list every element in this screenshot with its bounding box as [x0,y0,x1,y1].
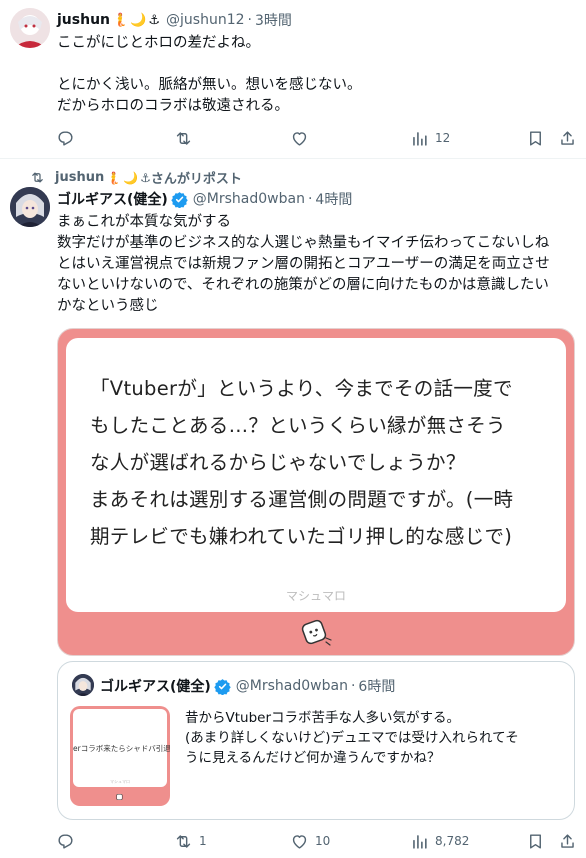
reply-icon [58,833,73,849]
anchor-emoji: ⚓ [148,12,161,28]
quoted-tweet[interactable]: ゴルギアス(健全) @Mrshad0wban · 6時間 erコラボ来たらシャド… [57,661,575,820]
thumbnail-brand: マシュマロ [110,779,130,784]
like-count: 10 [315,834,331,848]
marshmallow-message-box: 「Vtuberが」というより、今までその話一度で もしたことある…？というくらい… [66,338,566,612]
retweet-button[interactable] [174,127,193,149]
mermaid-emoji: 🧜 [106,170,122,185]
like-icon [292,131,307,146]
repost-icon [32,172,43,183]
timestamp[interactable]: 4時間 [315,189,352,209]
display-name[interactable]: jushun [57,12,110,28]
marshmallow-line: 「Vtuberが」というより、今までその話一度で [90,377,513,400]
display-name: ゴルギアス(健全) [100,679,211,695]
tweet-text: まぁこれが本質な気がする 数字だけが基準のビジネス的な人選じゃ熱量もイマイチ伝わ… [57,212,550,317]
tweet-line: ここがにじとホロの差だよね。 [57,35,260,51]
divider [0,158,586,159]
views-count: 8,782 [435,834,470,848]
verified-icon [214,678,231,695]
dot-separator: · [350,678,356,694]
avatar[interactable] [10,187,50,227]
retweet-button[interactable]: 1 [174,830,207,852]
views-button[interactable]: 12 [410,127,450,149]
quote-text: 昔からVtuberコラボ苦手な人多い気がする。 (あまり詳しくないけど)デュエマ… [185,708,519,768]
tweet-text: ここがにじとホロの差だよね。 とにかく浅い。脈絡が無い。想いを感じない。 だから… [57,33,362,117]
timestamp[interactable]: 3時間 [255,10,292,30]
quote-header: ゴルギアス(健全) @Mrshad0wban · 6時間 [100,676,395,696]
quote-line: (あまり詳しくないけど)デュエマでは受け入れられてそ [185,730,519,746]
views-button[interactable]: 8,782 [410,830,469,852]
timestamp: 6時間 [358,679,396,695]
moon-emoji: 🌙 [130,12,147,28]
share-button[interactable] [558,830,577,852]
dot-separator: · [307,191,313,207]
marshmallow-logo [116,793,123,801]
like-button[interactable] [290,127,309,149]
quote-thumbnail: erコラボ来たらシャドバ引退し マシュマロ [70,706,170,806]
views-icon [413,834,427,849]
tweet-line: まぁこれが本質な気がする [57,214,231,230]
share-button[interactable] [558,127,577,149]
marshmallow-line: な人が選ばれるからじゃないでしょうか？ [90,451,466,474]
user-handle[interactable]: @jushun12 [166,12,245,28]
bookmark-button[interactable] [526,830,545,852]
tweet-1[interactable]: jushun 🧜 🌙 ⚓ @jushun12 · 3時間 ここがにじとホロの差だ… [0,0,586,158]
dot-separator: · [247,12,252,28]
like-button[interactable]: 10 [290,830,330,852]
tweet-line: ないといけないので、それぞれの施策がどの層に向けたものかは意識したい [57,277,549,293]
views-icon [413,131,427,146]
retweet-count: 1 [199,834,207,848]
tweet-header: jushun 🧜 🌙 ⚓ @jushun12 · 3時間 [57,10,292,30]
verified-icon [171,191,188,208]
quote-line: うに見えるんだけど何か違うんですかね？ [185,750,441,766]
display-name[interactable]: ゴルギアス(健全) [57,189,168,209]
bookmark-icon [530,833,541,849]
marshmallow-logo [301,619,332,646]
tweet-line: かなという感じ [57,298,159,314]
tweet-line [57,54,362,75]
bookmark-icon [530,130,541,146]
avatar[interactable] [10,8,50,48]
thumbnail-text: erコラボ来たらシャドバ引退し [73,744,170,753]
tweet-line: とはいえ運営視点では新規ファン層の開拓とコアユーザーの満足を両立させ [57,256,550,272]
reply-icon [58,130,73,146]
retweet-icon [176,131,191,145]
quote-line: 昔からVtuberコラボ苦手な人多い気がする。 [185,710,461,726]
repost-notice[interactable]: jushun 🧜 🌙 ⚓ さんがリポスト [30,168,242,187]
views-count: 12 [435,131,451,145]
thumbnail-message-box: erコラボ来たらシャドバ引退し マシュマロ [73,709,170,787]
like-icon [292,834,307,849]
anchor-emoji: ⚓ [140,170,151,185]
user-handle: @Mrshad0wban [235,678,348,694]
marshmallow-line: もしたことある…？というくらい縁が無さそう [90,414,506,437]
repost-suffix: さんがリポスト [150,172,242,187]
marshmallow-brand: マシュマロ [285,589,346,603]
bookmark-button[interactable] [526,127,545,149]
tweet-line: 数字だけが基準のビジネス的な人選じゃ熱量もイマイチ伝わってこないしね [57,235,550,251]
action-bar: 12 [56,127,576,149]
reply-button[interactable] [56,127,75,149]
share-icon [561,833,574,848]
marshmallow-line: 期テレビでも嫌われていたゴリ押し的な感じで) [90,525,513,548]
action-bar: 1 10 8,782 [56,830,576,852]
moon-emoji: 🌙 [123,170,139,185]
tweet-line: とにかく浅い。脈絡が無い。想いを感じない。 [57,77,362,93]
marshmallow-image[interactable]: 「Vtuberが」というより、今までその話一度で もしたことある…？というくらい… [57,328,575,656]
mermaid-emoji: 🧜 [112,12,129,28]
repost-user: jushun [55,170,105,185]
tweet-header: ゴルギアス(健全) @Mrshad0wban · 4時間 [57,189,352,209]
avatar [72,674,94,696]
share-icon [561,130,574,145]
marshmallow-line: まあそれは選別する運営側の問題ですが。(一時 [90,488,514,511]
tweet-line: だからホロのコラボは敬遠される。 [57,98,289,114]
marshmallow-message: 「Vtuberが」というより、今までその話一度で もしたことある…？というくらい… [90,370,513,555]
retweet-icon [176,834,191,848]
user-handle[interactable]: @Mrshad0wban [193,191,305,207]
reply-button[interactable] [56,830,75,852]
